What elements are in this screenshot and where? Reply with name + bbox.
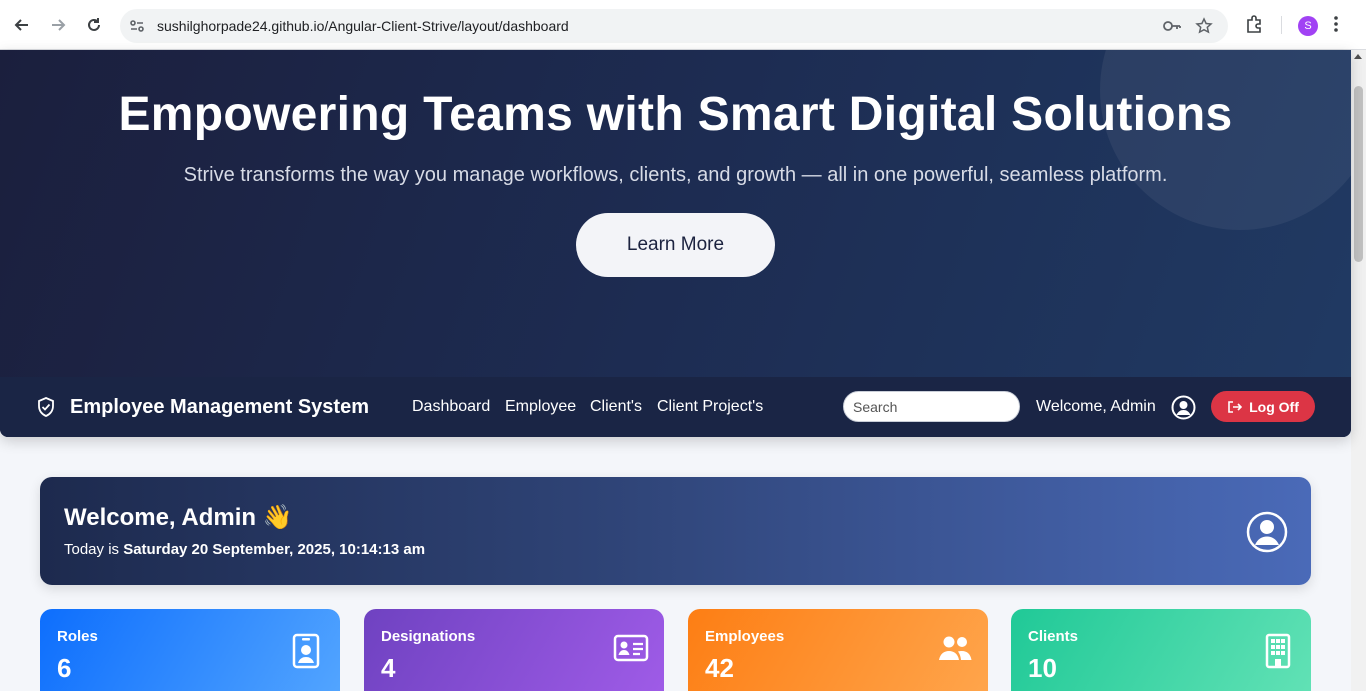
stat-card-roles[interactable]: Roles 6 [40,609,340,691]
extensions-puzzle-icon[interactable] [1244,14,1266,36]
user-circle-icon [1246,511,1288,553]
navbar-welcome-text: Welcome, Admin [1036,398,1156,415]
stat-value: 10 [1028,653,1057,683]
stat-card-clients[interactable]: Clients 10 [1011,609,1311,691]
welcome-greeting: Welcome, Admin 👋 [64,504,293,531]
stat-label: Roles [57,628,98,645]
url-text: sushilghorpade24.github.io/Angular-Clien… [157,18,569,34]
back-arrow-icon[interactable] [10,13,34,37]
log-off-label: Log Off [1249,398,1299,415]
learn-more-button[interactable]: Learn More [576,213,775,277]
scrollbar-thumb[interactable] [1354,86,1363,262]
log-off-button[interactable]: Log Off [1211,391,1315,422]
stat-label: Clients [1028,628,1079,645]
id-badge-icon [291,633,327,669]
stat-label: Employees [705,628,785,645]
brand-title[interactable]: Employee Management System [70,396,369,419]
id-card-icon [613,633,649,669]
search-input[interactable] [843,391,1020,422]
nav-link-employee[interactable]: Employee [505,398,576,416]
logout-icon [1228,400,1243,413]
toolbar-divider [1281,16,1282,34]
nav-link-dashboard[interactable]: Dashboard [412,398,490,416]
reload-icon[interactable] [82,13,106,37]
hero-title: Empowering Teams with Smart Digital Solu… [118,88,1233,141]
address-bar[interactable]: sushilghorpade24.github.io/Angular-Clien… [120,9,1228,43]
building-icon [1264,633,1300,669]
nav-link-clients[interactable]: Client's [590,398,642,416]
hero-subtitle: Strive transforms the way you manage wor… [183,164,1168,186]
welcome-card: Welcome, Admin 👋 Today is Saturday 20 Se… [40,477,1311,585]
page-scrollbar[interactable] [1351,50,1366,691]
scroll-up-arrow-icon[interactable] [1354,54,1362,59]
profile-avatar[interactable]: S [1298,16,1318,36]
stat-card-employees[interactable]: Employees 42 [688,609,988,691]
main-navbar: Employee Management System Dashboard Emp… [0,377,1351,437]
stat-value: 6 [57,653,72,683]
today-date: Today is Saturday 20 September, 2025, 10… [64,541,425,558]
date-value: Saturday 20 September, 2025, 10:14:13 am [123,541,426,558]
date-prefix: Today is [64,541,124,558]
shield-check-icon [35,396,57,418]
nav-link-client-projects[interactable]: Client Project's [657,398,763,416]
browser-menu-icon[interactable] [1333,14,1355,36]
password-key-icon[interactable] [1162,17,1181,35]
hero-banner: Empowering Teams with Smart Digital Solu… [0,50,1351,437]
stat-value: 42 [705,653,734,683]
user-circle-icon[interactable] [1171,395,1196,420]
people-icon [937,633,973,669]
forward-arrow-icon[interactable] [46,13,70,37]
bookmark-star-icon[interactable] [1195,17,1213,35]
stat-value: 4 [381,653,396,683]
browser-toolbar: sushilghorpade24.github.io/Angular-Clien… [0,0,1366,50]
stat-label: Designations [381,628,476,645]
stat-card-designations[interactable]: Designations 4 [364,609,664,691]
site-settings-icon[interactable] [128,17,146,35]
